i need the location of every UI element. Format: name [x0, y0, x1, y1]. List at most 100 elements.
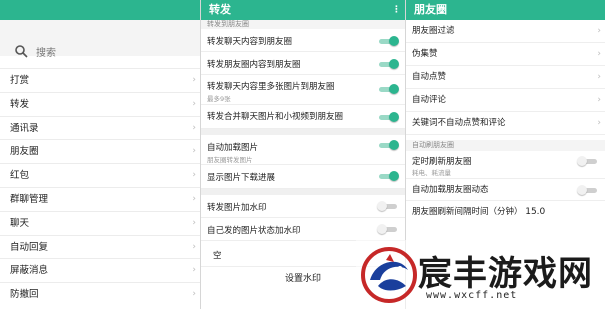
brand-name: 宸丰游戏网	[418, 254, 593, 294]
menu-item-anti-recall[interactable]: 防撤回 ›	[0, 282, 200, 306]
toggle-switch[interactable]	[377, 84, 399, 94]
auto-comment-item[interactable]: 自动评论 ›	[406, 89, 605, 112]
setting-label: 自动加载朋友圈动态	[412, 185, 489, 195]
toggle-switch[interactable]	[577, 185, 599, 195]
setting-label: 定时刷新朋友圈	[412, 157, 472, 167]
setting-hint: 朋友圈转发图片	[207, 156, 253, 164]
menu-item-label: 屏蔽消息	[10, 265, 49, 277]
chevron-right-icon: ›	[192, 241, 196, 252]
auto-load-moments-setting[interactable]: 自动加载朋友圈动态	[406, 179, 605, 201]
chevron-right-icon: ›	[192, 170, 196, 181]
chevron-right-icon: ›	[597, 49, 601, 59]
setting-forward-merged[interactable]: 转发合并聊天图片和小视频到朋友圈	[201, 105, 405, 129]
toggle-switch[interactable]	[377, 112, 399, 122]
setting-label: 自动加载图片	[207, 143, 259, 153]
section-header: 转发到朋友圈	[201, 20, 405, 29]
toggle-switch[interactable]	[377, 171, 399, 181]
setting-image-watermark[interactable]: 转发图片加水印	[201, 195, 405, 218]
chevron-right-icon: ›	[192, 98, 196, 109]
menu-item-chat[interactable]: 聊天 ›	[0, 210, 200, 235]
toggle-knob	[577, 156, 587, 166]
setting-hint: 耗电、耗流量	[412, 169, 451, 177]
setting-label: 自动评论	[412, 95, 447, 105]
setting-label: 转发合并聊天图片和小视频到朋友圈	[207, 112, 344, 122]
setting-download-progress[interactable]: 显示图片下载进展	[201, 165, 405, 189]
chevron-right-icon: ›	[192, 193, 196, 204]
chevron-right-icon: ›	[192, 122, 196, 133]
setting-label: 自己发的图片状态加水印	[207, 226, 301, 236]
left-header-bar	[0, 0, 200, 20]
menu-item-label: 聊天	[10, 217, 30, 229]
chevron-right-icon: ›	[192, 265, 196, 276]
refresh-interval-setting[interactable]: 朋友圈刷新间隔时间（分钟） 15.0	[406, 201, 605, 241]
chevron-right-icon: ›	[192, 146, 196, 157]
menu-item-label: 朋友圈	[10, 146, 39, 158]
chevron-right-icon: ›	[597, 26, 601, 36]
menu-item-group-manage[interactable]: 群聊管理 ›	[0, 186, 200, 211]
chevron-right-icon: ›	[192, 75, 196, 85]
keyword-exclude-item[interactable]: 关键词不自动点赞和评论 ›	[406, 112, 605, 135]
menu-item-label: 自动回复	[10, 241, 49, 253]
auto-like-item[interactable]: 自动点赞 ›	[406, 66, 605, 89]
menu-item-block-messages[interactable]: 屏蔽消息 ›	[0, 258, 200, 282]
menu-item-contacts[interactable]: 通讯录 ›	[0, 115, 200, 140]
more-dots-icon[interactable]: ⋮	[392, 0, 401, 20]
setting-forward-moments[interactable]: 转发朋友圈内容到朋友圈	[201, 52, 405, 75]
chevron-right-icon: ›	[597, 95, 601, 105]
moments-filter-item[interactable]: 朋友圈过滤 ›	[406, 20, 605, 43]
brand-url: www.wxcff.net	[426, 290, 518, 301]
setting-own-image-watermark[interactable]: 自己发的图片状态加水印	[201, 218, 405, 241]
menu-item-moments[interactable]: 朋友圈 ›	[0, 139, 200, 163]
setting-label: 朋友圈刷新间隔时间（分钟）	[412, 207, 523, 217]
toggle-knob	[377, 224, 387, 234]
menu-item-label: 转发	[10, 98, 30, 110]
page-title: 朋友圈	[414, 3, 447, 16]
site-watermark: 宸丰游戏网 www.wxcff.net	[356, 240, 605, 309]
toggle-switch[interactable]	[377, 59, 399, 69]
fake-likes-item[interactable]: 伪集赞 ›	[406, 43, 605, 66]
moments-title-bar: 朋友圈	[406, 0, 605, 20]
chevron-right-icon: ›	[597, 118, 601, 128]
section-header: 自动刷朋友圈	[406, 140, 605, 151]
toggle-switch[interactable]	[377, 140, 399, 150]
search-input[interactable]: 搜索	[36, 44, 56, 59]
chevron-right-icon: ›	[192, 217, 196, 228]
menu-item-red-packet[interactable]: 红包 ›	[0, 163, 200, 187]
toggle-switch[interactable]	[377, 201, 399, 211]
page-title: 转发	[209, 3, 231, 16]
setting-forward-multi-images[interactable]: 转发聊天内容里多张图片到朋友圈 最多9张	[201, 75, 405, 105]
chevron-right-icon: ›	[597, 72, 601, 82]
setting-label: 转发朋友圈内容到朋友圈	[207, 60, 301, 70]
search-icon	[15, 45, 28, 58]
menu-item-label: 防撤回	[10, 289, 39, 301]
search-bar[interactable]: 搜索	[6, 40, 196, 62]
setting-label: 转发聊天内容到朋友圈	[207, 37, 293, 47]
toggle-switch[interactable]	[577, 156, 599, 166]
menu-item-auto-reply[interactable]: 自动回复 ›	[0, 234, 200, 259]
menu-item-label: 群聊管理	[10, 193, 49, 205]
timed-refresh-setting[interactable]: 定时刷新朋友圈 耗电、耗流量	[406, 151, 605, 179]
setting-label: 自动点赞	[412, 72, 447, 82]
setting-label: 关键词不自动点赞和评论	[412, 118, 506, 128]
toggle-knob	[389, 140, 399, 150]
chevron-right-icon: ›	[192, 289, 196, 300]
setting-label: 转发图片加水印	[207, 203, 267, 213]
toggle-knob	[389, 59, 399, 69]
setting-forward-chat[interactable]: 转发聊天内容到朋友圈	[201, 29, 405, 52]
forward-title-bar: 转发 ⋮	[201, 0, 405, 20]
setting-label: 转发聊天内容里多张图片到朋友圈	[207, 82, 335, 92]
toggle-switch[interactable]	[377, 224, 399, 234]
setting-auto-load-images[interactable]: 自动加载图片 朋友圈转发图片	[201, 135, 405, 165]
toggle-knob	[389, 84, 399, 94]
menu-item-forward[interactable]: 转发 ›	[0, 91, 200, 116]
toggle-switch[interactable]	[377, 36, 399, 46]
interval-value: 15.0	[525, 207, 546, 217]
dragon-logo-icon	[361, 247, 417, 303]
menu-item-label: 打赏	[10, 75, 30, 86]
menu-item-label: 红包	[10, 170, 30, 182]
setting-hint: 最多9张	[207, 95, 231, 103]
toggle-knob	[389, 171, 399, 181]
left-menu-list: 打赏 › 转发 › 通讯录 › 朋友圈 › 红包 › 群聊管理 › 聊天 › 自动回复 › 屏蔽…	[0, 68, 200, 306]
toggle-knob	[389, 112, 399, 122]
menu-item-tip[interactable]: 打赏 ›	[0, 68, 200, 92]
